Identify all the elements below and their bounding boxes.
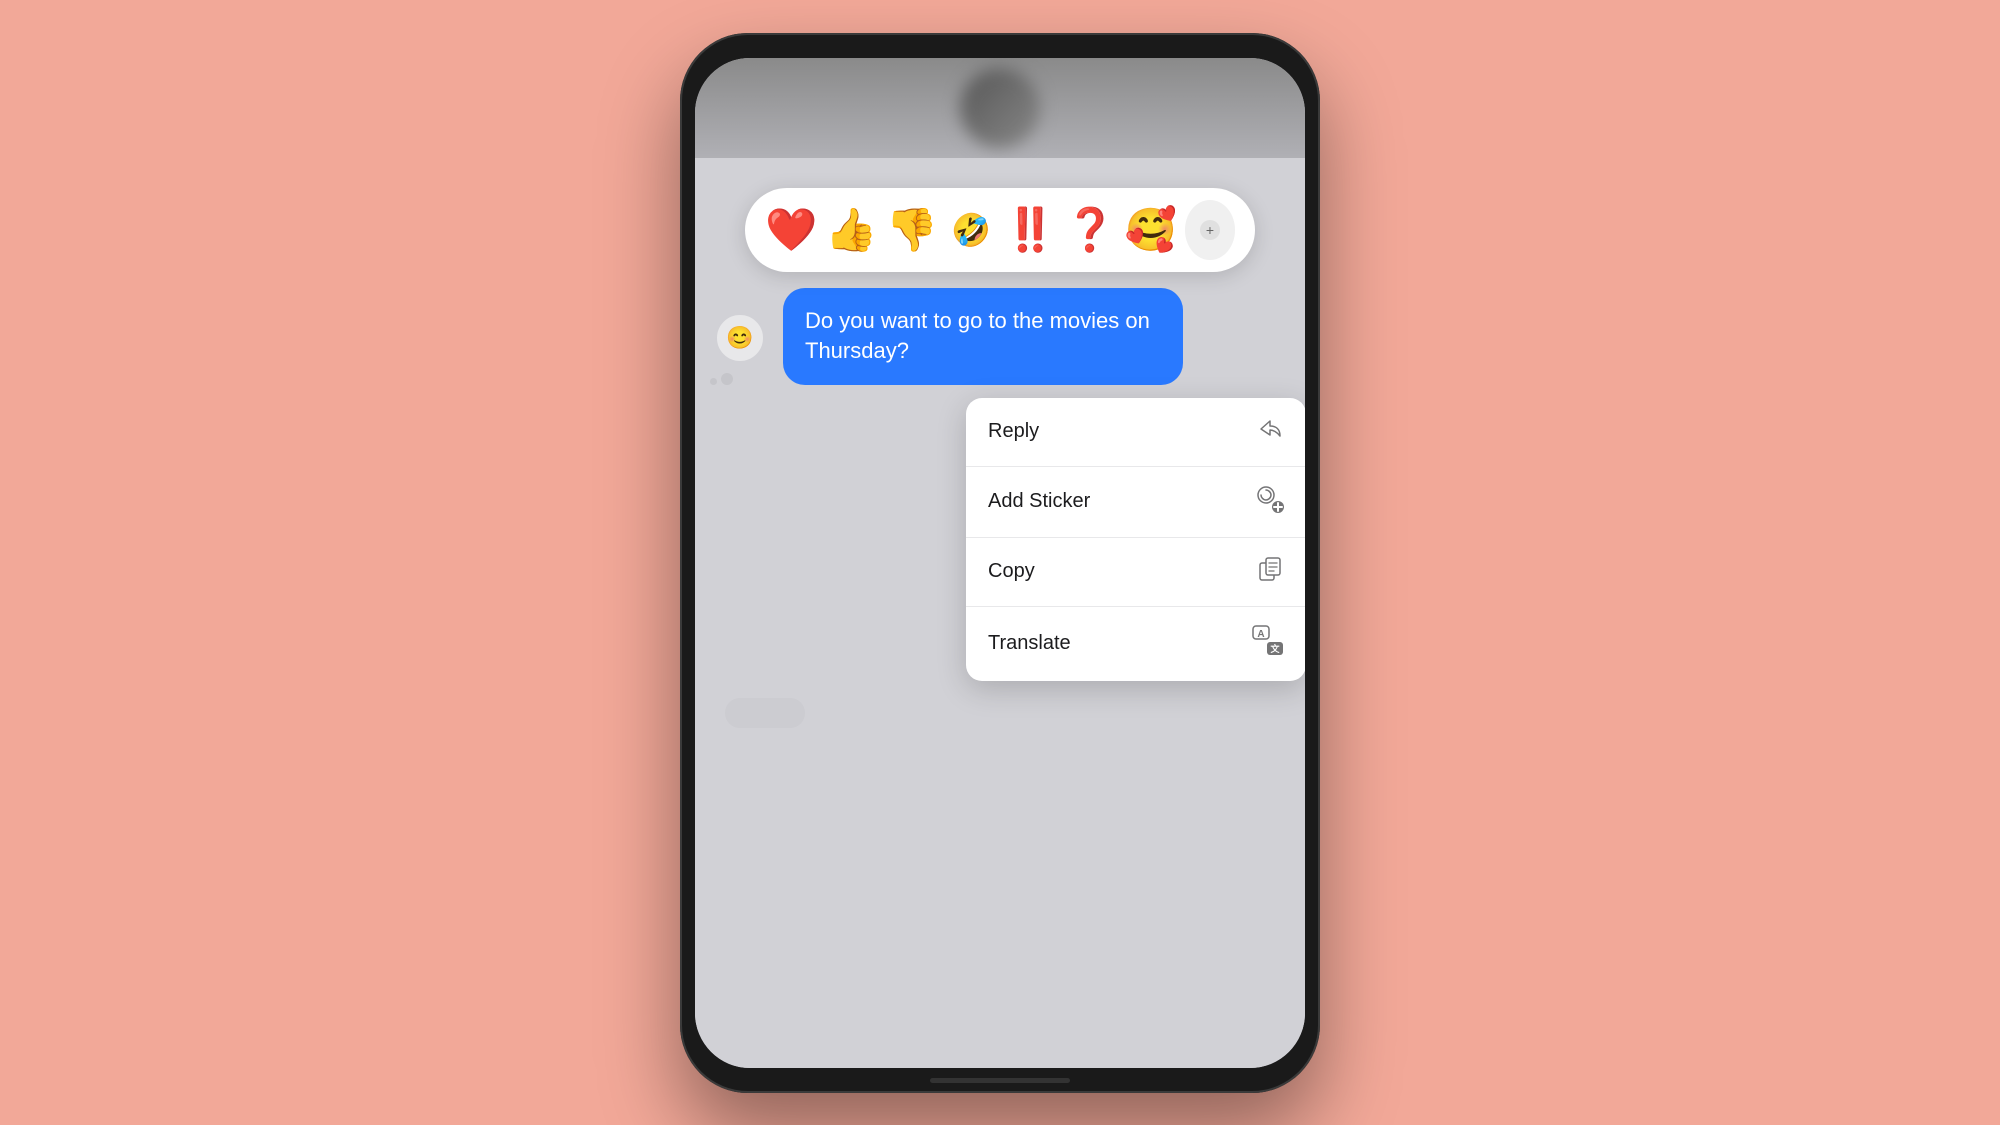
reaction-haha[interactable]: 🤣 [946, 200, 996, 260]
menu-item-reply[interactable]: Reply [966, 398, 1305, 467]
message-text: Do you want to go to the movies on Thurs… [805, 308, 1150, 364]
copy-icon [1258, 556, 1284, 588]
svg-text:A: A [1257, 629, 1264, 640]
reaction-heart[interactable]: ❤️ [765, 200, 817, 260]
reaction-indicator: 😊 [715, 313, 765, 363]
copy-label: Copy [988, 560, 1035, 583]
message-bubble: Do you want to go to the movies on Thurs… [783, 288, 1183, 386]
reaction-thumbs-down[interactable]: 👎 [886, 200, 938, 260]
add-sticker-label: Add Sticker [988, 490, 1090, 513]
message-area: 😊 Do you want to go to the movies on Thu… [695, 288, 1305, 386]
translate-icon: A 文 [1252, 625, 1284, 663]
reaction-bar: ❤️ 👍 👎 🤣 ‼️ ❓ 🥰 + [745, 188, 1255, 272]
screen-top [695, 58, 1305, 158]
home-indicator [930, 1078, 1070, 1083]
translate-label: Translate [988, 632, 1071, 655]
phone-frame: ❤️ 👍 👎 🤣 ‼️ ❓ 🥰 + 😊 [680, 33, 1320, 1093]
menu-item-copy[interactable]: Copy [966, 538, 1305, 607]
avatar-blur [960, 68, 1040, 148]
menu-item-translate[interactable]: Translate A 文 [966, 607, 1305, 681]
add-sticker-icon [1256, 485, 1284, 519]
context-menu: Reply Add Sticker [966, 398, 1305, 681]
reaction-emphasis[interactable]: ‼️ [1004, 200, 1056, 260]
phone-screen: ❤️ 👍 👎 🤣 ‼️ ❓ 🥰 + 😊 [695, 58, 1305, 1068]
screen-content: ❤️ 👍 👎 🤣 ‼️ ❓ 🥰 + 😊 [695, 158, 1305, 1068]
reaction-thumbs-up[interactable]: 👍 [825, 200, 877, 260]
svg-text:+: + [1206, 222, 1214, 238]
bg-message [725, 698, 805, 728]
reply-icon [1258, 416, 1284, 448]
reaction-question[interactable]: ❓ [1064, 200, 1116, 260]
reply-label: Reply [988, 420, 1039, 443]
reaction-love-face[interactable]: 🥰 [1125, 200, 1177, 260]
menu-item-add-sticker[interactable]: Add Sticker [966, 467, 1305, 538]
svg-text:文: 文 [1269, 643, 1280, 654]
reaction-more[interactable]: + [1185, 200, 1235, 260]
